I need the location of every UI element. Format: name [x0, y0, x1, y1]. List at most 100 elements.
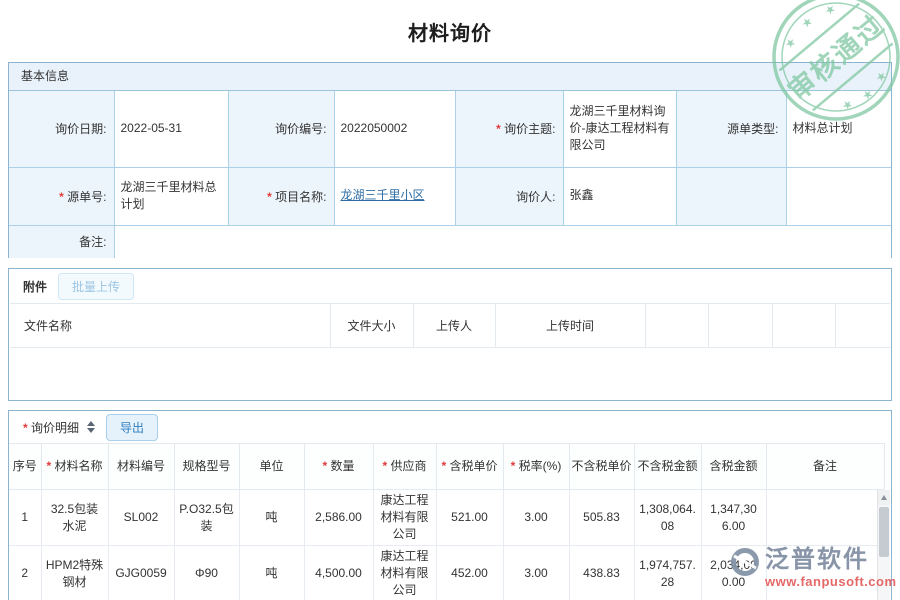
field-label: 询价人: [455, 167, 563, 225]
field-value-project-name: 龙湖三千里小区 [334, 167, 455, 225]
scrollbar-thumb[interactable] [879, 507, 889, 557]
details-cell: 2,586.00 [304, 490, 373, 546]
details-cell: 2,034,000.00 [701, 546, 766, 600]
attachments-header-cell [645, 304, 708, 348]
details-cell: 2 [9, 546, 41, 600]
basic-info-form: 询价日期: 2022-05-31 询价编号: 2022050002 询价主题: … [9, 91, 891, 258]
details-section-title: 询价明细 [23, 419, 79, 436]
details-cell: Φ90 [174, 546, 239, 600]
field-label: 源单类型: [676, 91, 786, 167]
field-value-remark [114, 225, 891, 258]
details-cell: 4,500.00 [304, 546, 373, 600]
attachments-header-cell [708, 304, 772, 348]
details-row: 2HPM2特殊钢材GJG0059Φ90吨4,500.00康达工程材料有限公司45… [9, 546, 884, 600]
attachments-header-row: 文件名称文件大小上传人上传时间 [10, 304, 890, 348]
field-value-empty [786, 167, 891, 225]
page-header: 材料询价 [0, 0, 900, 62]
details-cell: HPM2特殊钢材 [41, 546, 108, 600]
details-header-cell: 不含税单价 [569, 444, 634, 490]
details-header-cell: 备注 [766, 444, 884, 490]
required-asterisk [496, 122, 504, 136]
field-label: 询价编号: [228, 91, 334, 167]
details-scrollbar[interactable] [877, 490, 890, 600]
sort-icon[interactable] [87, 421, 95, 433]
field-value-inquiry-date: 2022-05-31 [114, 91, 228, 167]
field-value-inquiry-subject: 龙湖三千里材料询价-康达工程材料有限公司 [563, 91, 676, 167]
details-cell: 1 [9, 490, 41, 546]
material-inquiry-page: 材料询价 ★★★ ★★★ 审核通过 基本信息 询价日期: 202 [0, 0, 900, 600]
details-header-cell: 材料名称 [41, 444, 108, 490]
details-cell: 452.00 [436, 546, 503, 600]
field-value-source-no: 龙湖三千里材料总计划 [114, 167, 228, 225]
details-header-cell: 规格型号 [174, 444, 239, 490]
attachments-header-cell: 上传时间 [495, 304, 645, 348]
export-button[interactable]: 导出 [106, 414, 158, 441]
details-table: 序号材料名称材料编号规格型号单位数量供应商含税单价税率(%)不含税单价不含税金额… [9, 443, 885, 600]
details-header-cell: 数量 [304, 444, 373, 490]
details-header-cell: 材料编号 [108, 444, 174, 490]
details-cell: 1,308,064.08 [634, 490, 701, 546]
details-header-cell: 含税单价 [436, 444, 503, 490]
attachments-header-cell [772, 304, 835, 348]
attachments-empty-area [9, 348, 891, 400]
required-asterisk [382, 459, 390, 473]
field-label: 询价日期: [9, 91, 114, 167]
details-cell: 吨 [239, 546, 304, 600]
attachments-section-title: 附件 [23, 278, 47, 295]
details-cell: 康达工程材料有限公司 [373, 490, 436, 546]
details-cell [766, 546, 884, 600]
details-cell: 505.83 [569, 490, 634, 546]
details-cell: SL002 [108, 490, 174, 546]
batch-upload-button[interactable]: 批量上传 [58, 273, 134, 300]
project-link[interactable]: 龙湖三千里小区 [341, 188, 425, 202]
details-cell: 康达工程材料有限公司 [373, 546, 436, 600]
details-row: 132.5包装水泥SL002P.O32.5包装吨2,586.00康达工程材料有限… [9, 490, 884, 546]
form-row: 源单号: 龙湖三千里材料总计划 项目名称: 龙湖三千里小区 询价人: 张鑫 [9, 167, 891, 225]
details-cell: P.O32.5包装 [174, 490, 239, 546]
attachments-section: 附件 批量上传 文件名称文件大小上传人上传时间 [8, 268, 892, 401]
required-asterisk [46, 459, 54, 473]
details-header: 询价明细 导出 [9, 411, 891, 443]
details-cell: 3.00 [503, 490, 569, 546]
details-header-cell: 供应商 [373, 444, 436, 490]
details-header-cell: 税率(%) [503, 444, 569, 490]
details-header-row: 序号材料名称材料编号规格型号单位数量供应商含税单价税率(%)不含税单价不含税金额… [9, 444, 884, 490]
field-label: 源单号: [9, 167, 114, 225]
details-cell: 438.83 [569, 546, 634, 600]
details-header-cell: 含税金额 [701, 444, 766, 490]
field-label: 询价主题: [455, 91, 563, 167]
details-cell: 吨 [239, 490, 304, 546]
attachments-header-cell: 文件大小 [330, 304, 413, 348]
field-label: 备注: [9, 225, 114, 258]
field-value-source-type: 材料总计划 [786, 91, 891, 167]
attachments-header: 附件 批量上传 [9, 269, 891, 303]
basic-info-section-title: 基本信息 [9, 63, 891, 91]
details-cell: 1,974,757.28 [634, 546, 701, 600]
required-asterisk [511, 459, 519, 473]
details-cell: 3.00 [503, 546, 569, 600]
details-cell [766, 490, 884, 546]
details-cell: 521.00 [436, 490, 503, 546]
required-asterisk [322, 459, 330, 473]
details-cell: 1,347,306.00 [701, 490, 766, 546]
form-row: 备注: [9, 225, 891, 258]
details-cell: GJG0059 [108, 546, 174, 600]
field-label-empty [676, 167, 786, 225]
basic-info-section: 基本信息 询价日期: 2022-05-31 询价编号: 2022050002 询… [8, 62, 892, 258]
form-row: 询价日期: 2022-05-31 询价编号: 2022050002 询价主题: … [9, 91, 891, 167]
details-header-cell: 单位 [239, 444, 304, 490]
required-asterisk [59, 190, 67, 204]
required-asterisk [441, 459, 449, 473]
attachments-header-cell [835, 304, 890, 348]
required-asterisk [267, 190, 275, 204]
field-value-inquiry-no: 2022050002 [334, 91, 455, 167]
details-cell: 32.5包装水泥 [41, 490, 108, 546]
page-title: 材料询价 [0, 17, 900, 46]
required-asterisk [23, 421, 31, 435]
scroll-up-icon[interactable] [878, 490, 890, 505]
attachments-table: 文件名称文件大小上传人上传时间 [10, 303, 890, 348]
field-value-inquirer: 张鑫 [563, 167, 676, 225]
attachments-header-cell: 文件名称 [10, 304, 330, 348]
details-header-cell: 不含税金额 [634, 444, 701, 490]
field-label: 项目名称: [228, 167, 334, 225]
